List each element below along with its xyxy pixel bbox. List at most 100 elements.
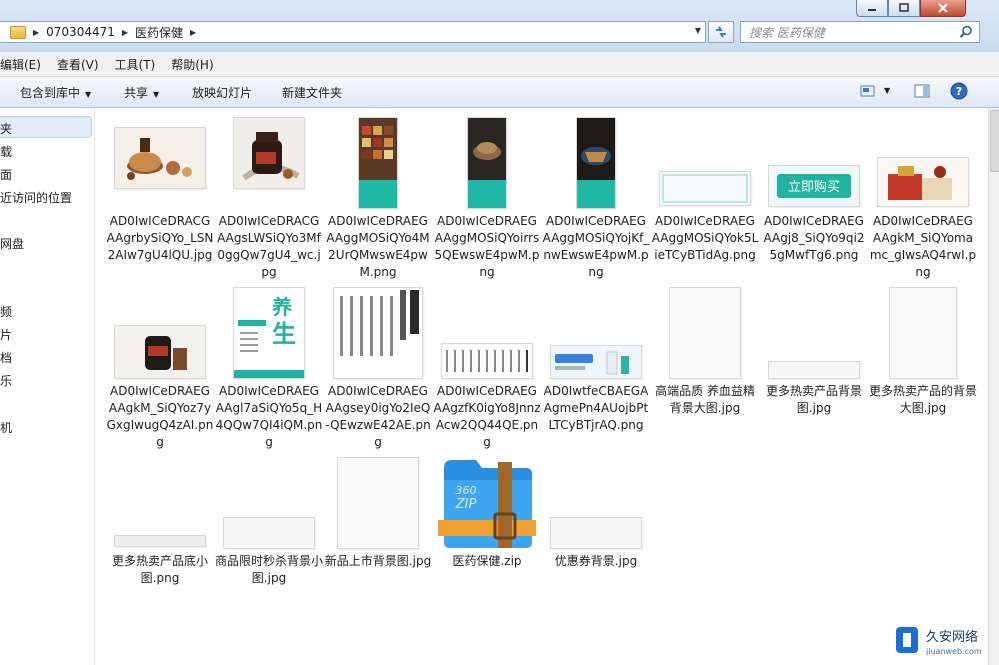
include-library-button[interactable]: 包含到库中 ▼ xyxy=(20,84,91,101)
nav-item-netdisk[interactable]: 网盘 xyxy=(0,235,24,252)
breadcrumb-item[interactable]: 医药保健 xyxy=(135,24,183,41)
nav-item-favorites[interactable]: 夹 xyxy=(0,120,12,137)
file-item[interactable]: AD0IwICeDRAEGAAgkM_SiQYoz7yGxgIwugQ4zAI.… xyxy=(106,288,214,458)
include-library-label: 包含到库中 xyxy=(20,86,81,100)
close-button[interactable] xyxy=(920,0,966,17)
file-thumbnail xyxy=(224,518,314,548)
file-name: 更多热卖产品背景图.jpg xyxy=(765,384,862,415)
file-thumbnail xyxy=(551,518,641,548)
svg-text:ZIP: ZIP xyxy=(455,497,477,512)
file-thumbnail xyxy=(468,118,506,208)
file-item[interactable]: 高端品质 养血益精背景大图.jpg xyxy=(651,288,759,458)
file-item[interactable]: AD0IwICeDRAEGAAggMOSiQYo4M2UrQMwswE4pwM.… xyxy=(324,118,432,288)
maximize-icon xyxy=(899,3,909,12)
nav-item-documents[interactable]: 档 xyxy=(0,349,12,366)
view-dropdown-icon[interactable]: ▼ xyxy=(884,86,890,95)
file-item[interactable]: 更多热卖产品底小图.png xyxy=(106,458,214,628)
address-dropdown-icon[interactable]: ▼ xyxy=(695,26,701,35)
minimize-button[interactable] xyxy=(856,0,888,17)
file-item[interactable]: 养 生 AD0IwICeDRAEGAAgl7aSiQYo5q_H4QQw7QI4… xyxy=(215,288,323,458)
watermark-brand: 久安网络 xyxy=(926,629,978,645)
maximize-button[interactable] xyxy=(888,0,920,17)
nav-item-downloads[interactable]: 载 xyxy=(0,143,12,160)
file-thumbnail xyxy=(878,158,968,206)
file-thumbnail: 养 生 xyxy=(234,288,304,378)
file-thumbnail xyxy=(577,118,615,208)
nav-item-recent[interactable]: 近访问的位置 xyxy=(0,189,72,206)
chevron-down-icon: ▼ xyxy=(153,90,160,99)
file-thumbnail xyxy=(234,118,304,188)
file-thumbnail xyxy=(769,362,859,378)
file-thumbnail xyxy=(890,288,956,378)
file-item[interactable]: 新品上市背景图.jpg xyxy=(324,458,432,628)
file-thumbnail xyxy=(338,458,418,548)
file-item[interactable]: 360 ZIP 医药保健.zip xyxy=(433,458,541,628)
help-icon[interactable]: ? xyxy=(950,82,968,100)
share-button[interactable]: 共享 ▼ xyxy=(124,84,159,101)
file-name: AD0IwtfeCBAEGAAgmePn4AUojbPtLTCyBTjrAQ.p… xyxy=(543,384,649,432)
nav-item-computer[interactable]: 机 xyxy=(0,419,12,436)
refresh-button[interactable] xyxy=(708,21,734,43)
search-box[interactable]: 搜索 医药保健 xyxy=(740,21,980,43)
file-name: AD0IwICeDRAEGAAggMOSiQYoirrs5QEwswE4pwM.… xyxy=(434,214,540,279)
scrollbar-thumb[interactable] xyxy=(990,110,999,172)
file-item[interactable]: AD0IwtfeCBAEGAAgmePn4AUojbPtLTCyBTjrAQ.p… xyxy=(542,288,650,458)
search-icon[interactable] xyxy=(959,25,973,39)
address-bar[interactable]: ▶ 070304471 ▶ 医药保健 ▶ ▼ xyxy=(0,21,706,43)
file-item[interactable]: 立即购买 AD0IwICeDRAEGAAgj8_SiQYo9qi25gMwfTg… xyxy=(760,118,868,288)
file-thumbnail xyxy=(115,128,205,188)
file-item[interactable]: 优惠券背景.jpg xyxy=(542,458,650,628)
file-thumbnail xyxy=(115,326,205,378)
file-item[interactable]: AD0IwICeDRAEGAAggMOSiQYoirrs5QEwswE4pwM.… xyxy=(433,118,541,288)
menu-view[interactable]: 查看(V) xyxy=(57,56,99,73)
view-options-icon[interactable] xyxy=(860,83,876,99)
file-name: 商品限时秒杀背景小图.jpg xyxy=(215,554,324,585)
file-item[interactable]: AD0IwICeDRAEGAAgsey0igYo2IeQ-QEwzwE42AE.… xyxy=(324,288,432,458)
file-name: AD0IwICeDRAEGAAgj8_SiQYo9qi25gMwfTg6.png xyxy=(763,214,865,262)
file-name: 更多热卖产品底小图.png xyxy=(111,554,208,585)
slideshow-button[interactable]: 放映幻灯片 xyxy=(192,84,252,101)
file-item[interactable]: AD0IwICeDRACGAAgsLWSiQYo3Mf0ggQw7gU4_wc.… xyxy=(215,118,323,288)
menu-tools[interactable]: 工具(T) xyxy=(115,56,156,73)
file-name: 医药保健.zip xyxy=(452,554,522,568)
file-name: AD0IwICeDRACGAAgrbySiQYo_LSN2AIw7gU4lQU.… xyxy=(106,214,214,262)
search-input[interactable]: 搜索 医药保健 xyxy=(749,24,825,41)
minimize-icon xyxy=(868,9,876,11)
breadcrumb-arrow-icon[interactable]: ▶ xyxy=(122,28,128,37)
file-item[interactable]: 更多热卖产品背景图.jpg xyxy=(760,288,868,458)
window-controls xyxy=(856,0,966,19)
breadcrumb-item[interactable]: 070304471 xyxy=(46,25,115,39)
nav-item-pictures[interactable]: 片 xyxy=(0,326,12,343)
nav-selection xyxy=(0,116,92,138)
menu-bar: 编辑(E) 查看(V) 工具(T) 帮助(H) xyxy=(0,52,999,77)
file-name: AD0IwICeDRAEGAAgsey0igYo2IeQ-QEwzwE42AE.… xyxy=(325,384,431,449)
file-item[interactable]: AD0IwICeDRACGAAgrbySiQYo_LSN2AIw7gU4lQU.… xyxy=(106,118,214,288)
breadcrumb-arrow-icon[interactable]: ▶ xyxy=(190,28,196,37)
vertical-scrollbar[interactable] xyxy=(988,108,999,665)
menu-help[interactable]: 帮助(H) xyxy=(171,56,213,73)
file-thumbnail xyxy=(670,288,740,378)
file-item[interactable]: AD0IwICeDRAEGAAggMOSiQYojKf_nwEwswE4pwM.… xyxy=(542,118,650,288)
file-name: AD0IwICeDRAEGAAgkM_SiQYomamc_gIwsAQ4rwI.… xyxy=(869,214,977,279)
nav-item-videos[interactable]: 频 xyxy=(0,303,12,320)
menu-edit[interactable]: 编辑(E) xyxy=(0,56,41,73)
nav-item-desktop[interactable]: 面 xyxy=(0,166,12,183)
file-item[interactable]: AD0IwICeDRAEGAAgzfK0igYo8JnnzAcw2QQ44QE.… xyxy=(433,288,541,458)
share-label: 共享 xyxy=(124,86,149,100)
file-item[interactable]: 更多热卖产品的背景大图.jpg xyxy=(869,288,977,458)
file-name: AD0IwICeDRAEGAAggMOSiQYok5LieTCyBTidAg.p… xyxy=(651,214,759,262)
watermark-url: jiuanweb.com xyxy=(925,647,982,656)
svg-text:立即购买: 立即购买 xyxy=(788,179,840,195)
svg-text:360: 360 xyxy=(456,484,477,497)
breadcrumb-arrow-icon[interactable]: ▶ xyxy=(33,28,39,37)
file-thumbnail xyxy=(334,288,422,378)
file-item[interactable]: AD0IwICeDRAEGAAgkM_SiQYomamc_gIwsAQ4rwI.… xyxy=(869,118,977,288)
preview-pane-icon[interactable] xyxy=(914,83,930,99)
file-name: AD0IwICeDRAEGAAgkM_SiQYoz7yGxgIwugQ4zAI.… xyxy=(106,384,214,449)
file-item[interactable]: 商品限时秒杀背景小图.jpg xyxy=(215,458,323,628)
nav-item-music[interactable]: 乐 xyxy=(0,372,12,389)
file-thumbnail xyxy=(660,172,750,205)
chevron-down-icon: ▼ xyxy=(85,90,92,99)
file-item[interactable]: AD0IwICeDRAEGAAggMOSiQYok5LieTCyBTidAg.p… xyxy=(651,118,759,288)
new-folder-button[interactable]: 新建文件夹 xyxy=(282,84,342,101)
